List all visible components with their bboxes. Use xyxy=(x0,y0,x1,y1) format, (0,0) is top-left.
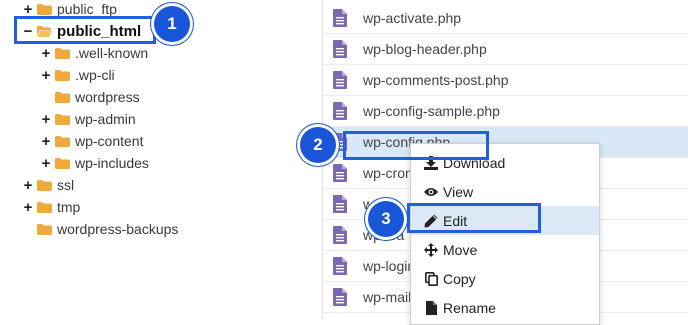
menu-item-copy[interactable]: Copy xyxy=(411,264,599,293)
tree-item-label: .well-known xyxy=(75,45,149,61)
step-badge-3: 3 xyxy=(368,201,404,237)
expand-toggle[interactable]: + xyxy=(22,2,34,17)
eye-icon xyxy=(424,185,438,199)
expand-toggle[interactable]: + xyxy=(40,46,52,61)
tree-item-wordpress-backups[interactable]: wordpress-backups xyxy=(37,218,178,240)
tree-item-label: tmp xyxy=(57,199,81,215)
php-file-icon xyxy=(333,226,347,244)
php-file-icon xyxy=(333,257,347,275)
file-name: wp-cron xyxy=(363,165,413,181)
folder-icon xyxy=(55,157,70,169)
php-file-icon xyxy=(333,9,347,27)
file-name: wp-config-sample.php xyxy=(363,103,500,119)
file-row[interactable]: wp-config-sample.php xyxy=(323,96,688,127)
tree-item-wordpress[interactable]: wordpress xyxy=(55,86,140,108)
folder-icon xyxy=(37,201,52,213)
php-file-icon xyxy=(333,195,347,213)
tree-item-wp-admin[interactable]: + wp-admin xyxy=(40,108,136,130)
file-name: wp-mail xyxy=(363,289,412,305)
step-badge-1: 1 xyxy=(154,6,190,42)
copy-icon xyxy=(424,271,438,286)
file-name: wp-comments-post.php xyxy=(363,72,509,88)
menu-item-rename[interactable]: Rename xyxy=(411,293,599,322)
tree-item-wp-content[interactable]: + wp-content xyxy=(40,130,144,152)
php-file-icon xyxy=(333,102,347,120)
folder-icon xyxy=(55,91,70,103)
highlight-box-edit xyxy=(407,203,541,233)
menu-item-label: Move xyxy=(443,241,478,258)
tree-item-label: ssl xyxy=(57,177,75,193)
step-badge-2: 2 xyxy=(300,127,336,163)
file-row[interactable]: wp-blog-header.php xyxy=(323,34,688,65)
php-file-icon xyxy=(333,288,347,306)
folder-icon xyxy=(37,3,52,15)
tree-item-wp-cli[interactable]: + .wp-cli xyxy=(40,64,115,86)
menu-item-label: Rename xyxy=(443,299,496,316)
tree-item-label: wp-includes xyxy=(75,155,149,171)
php-file-icon xyxy=(333,164,347,182)
folder-icon xyxy=(55,135,70,147)
tree-item-label: wp-admin xyxy=(75,111,136,127)
file-name: wp-blog-header.php xyxy=(363,41,487,57)
context-menu: Download View Edit Move Copy Rename xyxy=(410,143,600,325)
php-file-icon xyxy=(333,40,347,58)
expand-toggle[interactable]: + xyxy=(22,200,34,215)
folder-icon xyxy=(55,113,70,125)
tree-item-label: wp-content xyxy=(75,133,144,149)
php-file-icon xyxy=(333,71,347,89)
file-name: wp-activate.php xyxy=(363,10,462,26)
file-name: wp-login xyxy=(363,258,416,274)
tree-item-tmp[interactable]: + tmp xyxy=(22,196,81,218)
tree-item-label: wordpress xyxy=(75,89,140,105)
expand-toggle[interactable]: + xyxy=(40,68,52,83)
file-row[interactable]: wp-comments-post.php xyxy=(323,65,688,96)
tree-item-label: .wp-cli xyxy=(75,67,115,83)
file-row[interactable]: wp-activate.php xyxy=(323,3,688,34)
tree-item-ssl[interactable]: + ssl xyxy=(22,174,75,196)
folder-tree: + public_ftp − public_html + .well-known… xyxy=(0,0,322,319)
tree-item-label: wordpress-backups xyxy=(57,221,179,237)
folder-icon xyxy=(55,69,70,81)
folder-icon xyxy=(37,223,52,235)
expand-toggle[interactable]: + xyxy=(22,178,34,193)
tree-item-well-known[interactable]: + .well-known xyxy=(40,42,149,64)
folder-icon xyxy=(37,179,52,191)
folder-icon xyxy=(55,47,70,59)
highlight-box-wp-config xyxy=(343,131,489,160)
menu-item-label: View xyxy=(443,183,474,200)
tree-item-wp-includes[interactable]: + wp-includes xyxy=(40,152,149,174)
expand-toggle[interactable]: + xyxy=(40,134,52,149)
expand-toggle[interactable]: + xyxy=(40,112,52,127)
move-icon xyxy=(424,242,438,257)
file-icon xyxy=(424,300,438,315)
menu-item-label: Copy xyxy=(443,270,476,287)
menu-item-move[interactable]: Move xyxy=(411,235,599,264)
menu-item-view[interactable]: View xyxy=(411,177,599,206)
expand-toggle[interactable]: + xyxy=(40,156,52,171)
highlight-box-public-html xyxy=(14,16,156,44)
tree-item-label: public_ftp xyxy=(57,1,117,17)
